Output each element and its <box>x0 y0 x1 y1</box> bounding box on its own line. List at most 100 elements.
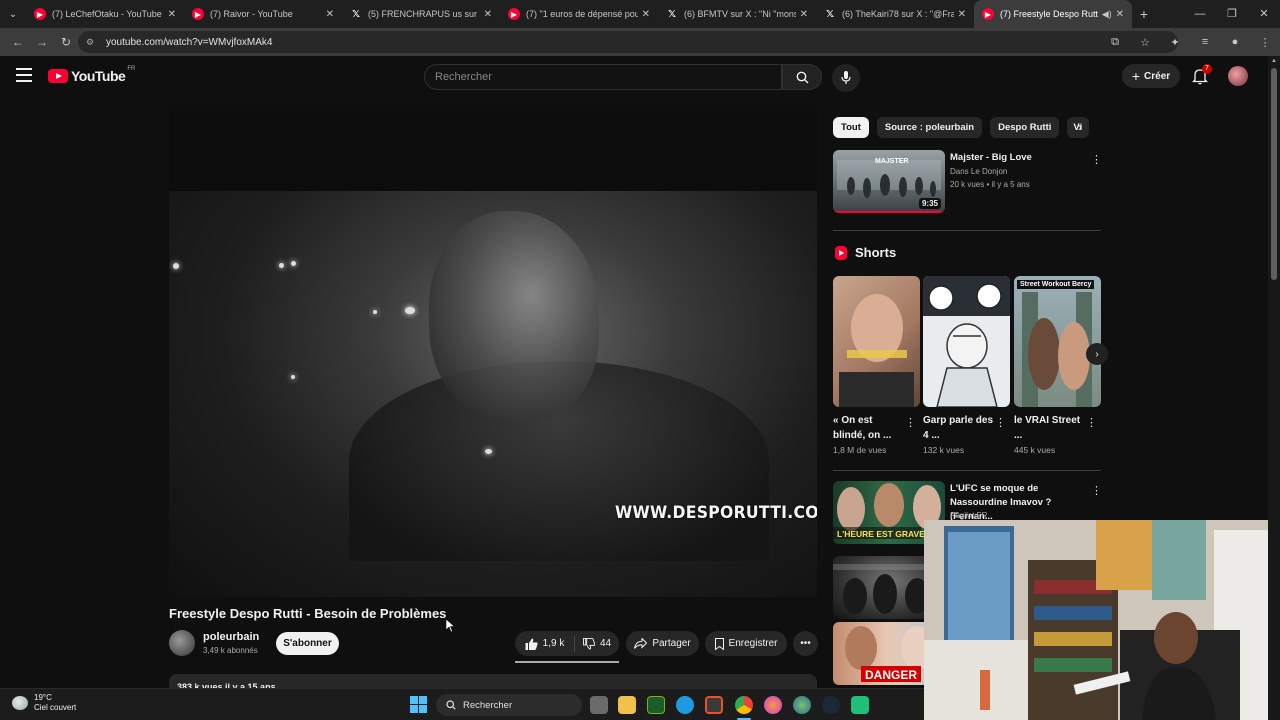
edge-icon[interactable] <box>676 696 694 714</box>
page-scrollbar[interactable]: ▲ <box>1268 56 1280 720</box>
shorts-icon <box>835 245 847 260</box>
media-controls-icon[interactable]: ≡ <box>1190 36 1220 48</box>
like-button[interactable]: 1,9 k <box>515 635 575 652</box>
task-view-icon[interactable] <box>590 696 608 714</box>
chrome-icon[interactable] <box>735 696 753 714</box>
close-icon[interactable]: ✕ <box>800 9 808 20</box>
account-avatar[interactable] <box>1228 66 1248 86</box>
browser-tab[interactable]: ▶ (7) LeChefOtaku - YouTube ✕ <box>26 0 184 28</box>
short-thumbnail[interactable] <box>833 276 920 407</box>
browser-app-icon[interactable] <box>793 696 811 714</box>
close-window-icon[interactable]: ✕ <box>1248 0 1280 28</box>
menu-icon[interactable] <box>16 68 32 86</box>
short-thumbnail[interactable]: Street Workout Bercy <box>1014 276 1101 407</box>
file-explorer-icon[interactable] <box>618 696 636 714</box>
like-ratio-bar <box>515 661 619 663</box>
more-vertical-icon[interactable] <box>1091 484 1101 497</box>
recommendation-item[interactable]: MAJSTER 9:35 Majster - Big Love Dans Le … <box>833 150 1101 214</box>
site-info-icon[interactable]: ⚙ <box>86 37 100 48</box>
youtube-logo[interactable]: YouTube FR <box>48 66 135 84</box>
short-item[interactable]: Street Workout Bercy le VRAI Street ... … <box>1014 276 1101 456</box>
chevron-right-icon[interactable]: › <box>1078 120 1082 134</box>
subscribe-button[interactable]: S'abonner <box>276 632 339 655</box>
browser-tab[interactable]: ▶ (7) Raivor - YouTube ✕ <box>184 0 342 28</box>
short-thumb-caption: Street Workout Bercy <box>1017 280 1095 289</box>
scrollbar-thumb[interactable] <box>1271 68 1277 280</box>
reload-icon[interactable]: ↻ <box>54 35 78 49</box>
recommendation-title: Majster - Big Love <box>950 152 1032 163</box>
more-actions-button[interactable]: ••• <box>793 631 818 656</box>
browser-tab-active[interactable]: ▶(7) Freestyle Despo Rutti - B◀)✕ <box>974 0 1132 28</box>
notifications-button[interactable]: 7 <box>1191 64 1212 86</box>
microsoft-store-icon[interactable] <box>705 696 723 714</box>
share-button[interactable]: Partager <box>626 631 699 656</box>
maximize-icon[interactable]: ❐ <box>1216 0 1248 28</box>
more-vertical-icon[interactable] <box>1086 416 1096 429</box>
close-icon[interactable]: ✕ <box>958 9 966 20</box>
profile-icon[interactable]: ● <box>1220 36 1250 48</box>
nvidia-icon[interactable] <box>647 696 665 714</box>
chip-source[interactable]: Source : poleurbain <box>876 117 983 138</box>
address-bar[interactable]: ⚙ youtube.com/watch?v=WMvjfoxMAk4 <box>78 31 1178 53</box>
x-icon: 𝕏 <box>351 8 361 20</box>
short-item[interactable]: « On est blindé, on ... 1,8 M de vues <box>833 276 920 456</box>
short-thumbnail[interactable] <box>923 276 1010 407</box>
channel-avatar[interactable] <box>169 630 195 656</box>
minimize-icon[interactable]: — <box>1184 0 1216 28</box>
browser-tab[interactable]: 𝕏(6) BFMTV sur X : "Ni "monsieu✕ <box>658 0 816 28</box>
speaker-icon[interactable]: ◀) <box>1102 9 1112 20</box>
more-vertical-icon[interactable] <box>905 416 915 429</box>
short-views: 1,8 M de vues <box>833 445 887 455</box>
create-button[interactable]: + Créer <box>1122 64 1180 88</box>
search-button[interactable] <box>782 64 822 90</box>
forward-icon[interactable]: → <box>30 35 54 49</box>
chip-all[interactable]: Tout <box>833 117 869 138</box>
windows-start-icon[interactable] <box>410 696 427 713</box>
browser-tab-bar: ⌄ ▶ (7) LeChefOtaku - YouTube ✕ ▶ (7) Raivo… <box>0 0 1280 28</box>
video-title: Freestyle Despo Rutti - Besoin de Problè… <box>169 606 447 621</box>
extensions-icon[interactable]: ✦ <box>1160 36 1190 49</box>
bookmark-star-icon[interactable]: ☆ <box>1130 36 1160 49</box>
share-icon <box>634 638 648 649</box>
video-watermark: WWW.DESPORUTTI.COM <box>615 503 817 523</box>
tab-search-chevron-icon[interactable]: ⌄ <box>0 0 26 28</box>
close-icon[interactable]: ✕ <box>1116 9 1124 20</box>
browser-tab[interactable]: 𝕏(6) TheKairi78 sur X : "@Fratse✕ <box>816 0 974 28</box>
close-icon[interactable]: ✕ <box>326 9 334 20</box>
close-icon[interactable]: ✕ <box>168 9 176 20</box>
install-app-icon[interactable]: ⧉ <box>1100 36 1130 49</box>
steam-icon[interactable] <box>822 696 840 714</box>
close-icon[interactable]: ✕ <box>484 9 492 20</box>
close-icon[interactable]: ✕ <box>642 9 650 20</box>
browser-tab[interactable]: ▶ (7) "1 euros de dépensé pour l ✕ <box>500 0 658 28</box>
cloud-icon <box>12 696 28 710</box>
app-icon[interactable] <box>851 696 869 714</box>
new-tab-button[interactable]: + <box>1132 6 1156 22</box>
browser-tab[interactable]: 𝕏(5) FRENCHRAPUS us sur X : "✕ <box>342 0 500 28</box>
url-text: youtube.com/watch?v=WMvjfoxMAk4 <box>106 36 273 48</box>
youtube-icon: ▶ <box>508 8 520 20</box>
chip-artist[interactable]: Despo Rutti <box>990 117 1060 138</box>
more-vertical-icon[interactable] <box>995 416 1005 429</box>
shorts-next-button[interactable]: › <box>1086 343 1108 365</box>
short-item[interactable]: Garp parle des 4 ... 132 k vues <box>923 276 1010 456</box>
more-vertical-icon[interactable] <box>1091 153 1101 166</box>
firefox-icon[interactable] <box>764 696 782 714</box>
voice-search-button[interactable] <box>832 64 860 92</box>
thumb-caption: L'HEURE EST GRAVE ! <box>837 529 930 539</box>
video-player[interactable]: WWW.DESPORUTTI.COM <box>169 111 817 597</box>
save-button[interactable]: Enregistrer <box>705 631 787 656</box>
shorts-shelf-title: Shorts <box>835 245 896 260</box>
video-thumbnail[interactable]: MAJSTER 9:35 <box>833 150 945 213</box>
dislike-button[interactable]: 44 <box>575 637 619 650</box>
browser-menu-icon[interactable]: ⋮ <box>1250 36 1280 49</box>
windows-taskbar: 19°C Ciel couvert Rechercher <box>0 688 924 720</box>
taskbar-search[interactable]: Rechercher <box>436 694 582 716</box>
back-icon[interactable]: ← <box>6 35 30 49</box>
weather-widget[interactable]: 19°C Ciel couvert <box>12 693 76 713</box>
scroll-up-icon[interactable]: ▲ <box>1271 58 1277 64</box>
subscriber-count: 3,49 k abonnés <box>203 646 258 655</box>
search-input[interactable]: Rechercher <box>424 64 782 90</box>
section-divider <box>833 470 1101 471</box>
channel-name[interactable]: poleurbain <box>203 631 259 643</box>
